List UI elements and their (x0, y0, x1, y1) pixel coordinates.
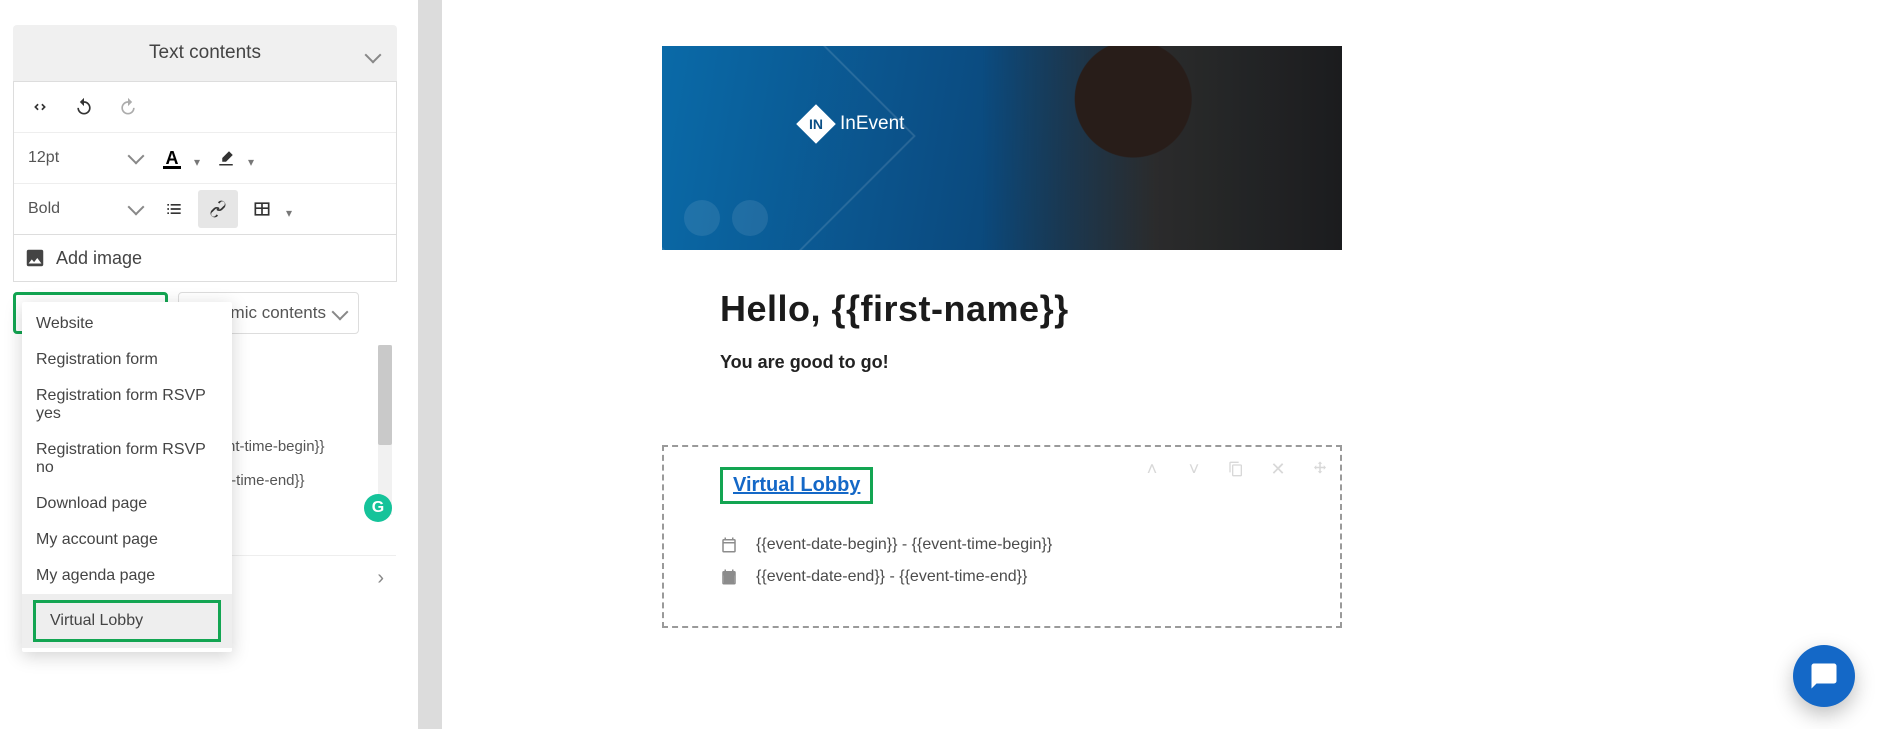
email-hero: IN InEvent (662, 46, 1342, 250)
scrollbar-thumb[interactable] (378, 345, 392, 445)
block-toolbar: ˄ ˅ ✕ (1142, 459, 1330, 479)
chevron-right-icon: › (377, 567, 384, 590)
virtual-lobby-link[interactable]: Virtual Lobby (733, 474, 860, 496)
text-color-button[interactable]: A (154, 140, 190, 176)
dd-registration-form-rsvp-yes[interactable]: Registration form RSVP yes (22, 378, 232, 432)
dd-registration-form-rsvp-no[interactable]: Registration form RSVP no (22, 432, 232, 486)
brand-name: InEvent (840, 113, 904, 135)
dd-my-account-page[interactable]: My account page (22, 522, 232, 558)
text-contents-panel: Text contents 12pt A (13, 25, 397, 334)
chevron-down-icon (130, 149, 142, 167)
code-view-button[interactable] (20, 88, 60, 126)
bullet-list-button[interactable] (154, 190, 194, 228)
hero-dots (684, 200, 768, 236)
event-begin-text: {{event-date-begin}} - {{event-time-begi… (756, 536, 1052, 554)
delete-icon[interactable]: ✕ (1268, 459, 1288, 479)
rich-text-toolbar: 12pt A Bold (13, 81, 397, 235)
font-weight-value: Bold (28, 200, 60, 218)
duplicate-icon[interactable] (1226, 459, 1246, 479)
canvas-left-gutter (442, 44, 662, 729)
panel-header[interactable]: Text contents (13, 25, 397, 81)
partial-text-end: t-time-end}} (227, 472, 305, 489)
grammarly-icon[interactable]: G (364, 494, 392, 522)
greeting-heading[interactable]: Hello, {{first-name}} (720, 288, 1284, 330)
move-icon[interactable] (1310, 459, 1330, 479)
chevron-down-icon[interactable] (248, 153, 258, 163)
chat-fab[interactable] (1793, 645, 1855, 707)
calendar-icon (720, 536, 738, 554)
chevron-down-icon (334, 303, 346, 323)
chevron-down-icon[interactable] (194, 153, 204, 163)
font-size-value: 12pt (28, 149, 59, 167)
panel-title: Text contents (149, 42, 261, 64)
font-size-select[interactable]: 12pt (20, 139, 150, 177)
redo-button[interactable] (108, 88, 148, 126)
link-button[interactable] (198, 190, 238, 228)
text-color-swatch (163, 166, 181, 169)
dd-download-page[interactable]: Download page (22, 486, 232, 522)
dd-website[interactable]: Website (22, 306, 232, 342)
event-begin-row[interactable]: {{event-date-begin}} - {{event-time-begi… (720, 536, 1284, 554)
virtual-lobby-link-highlight: Virtual Lobby (720, 467, 873, 504)
table-button[interactable] (242, 190, 282, 228)
move-up-icon[interactable]: ˄ (1142, 459, 1162, 479)
move-down-icon[interactable]: ˅ (1184, 459, 1204, 479)
chevron-down-icon[interactable] (286, 204, 296, 214)
email-body: Hello, {{first-name}} You are good to go… (662, 250, 1342, 401)
editor-area: IN InEvent Hello, {{first-name}} You are… (418, 0, 1883, 729)
greeting-subtitle[interactable]: You are good to go! (720, 352, 1284, 373)
image-icon (24, 247, 46, 269)
chevron-down-icon (130, 200, 142, 218)
dd-registration-form[interactable]: Registration form (22, 342, 232, 378)
calendar-filled-icon (720, 568, 738, 586)
dd-my-agenda-page[interactable]: My agenda page (22, 558, 232, 594)
font-weight-select[interactable]: Bold (20, 190, 150, 228)
event-end-text: {{event-date-end}} - {{event-time-end}} (756, 568, 1027, 586)
chevron-down-icon (367, 45, 379, 67)
editor-scroll-gutter[interactable] (418, 0, 442, 729)
hero-photo (982, 46, 1342, 250)
scrollbar[interactable] (378, 345, 392, 515)
selected-content-block[interactable]: ˄ ˅ ✕ Virtual Lobby {{event-date-begin}}… (662, 445, 1342, 628)
dd-virtual-lobby[interactable]: Virtual Lobby (22, 594, 232, 648)
partial-text-begin: nt-time-begin}} (227, 438, 325, 455)
dynamic-links-dropdown: Website Registration form Registration f… (22, 302, 232, 652)
add-image-button[interactable]: Add image (13, 235, 397, 282)
event-end-row[interactable]: {{event-date-end}} - {{event-time-end}} (720, 568, 1284, 586)
chat-icon (1809, 661, 1839, 691)
dd-virtual-lobby-label: Virtual Lobby (50, 612, 143, 629)
add-image-label: Add image (56, 248, 142, 269)
brand-mark-icon: IN (796, 104, 836, 144)
highlight-color-button[interactable] (208, 140, 244, 176)
brand-logo: IN InEvent (802, 110, 904, 138)
email-canvas: IN InEvent Hello, {{first-name}} You are… (662, 46, 1342, 729)
undo-button[interactable] (64, 88, 104, 126)
